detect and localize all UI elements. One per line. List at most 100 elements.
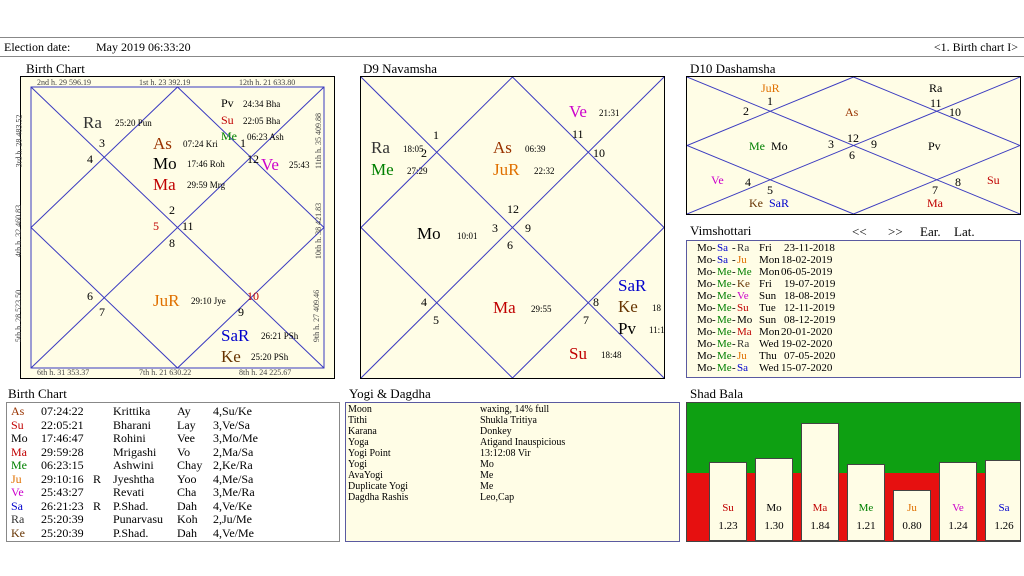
yogi-key: Yoga [348,437,369,448]
antara-lord: Ra [737,338,750,350]
bhukti-lord: Sa [717,254,728,266]
house-number: 4 [745,175,751,189]
yogi-key: Dagdha Rashis [348,492,409,503]
chart-nav-button[interactable]: <1. Birth chart I> [934,40,1018,55]
planet-su: Su [569,344,587,363]
planet-mo: Mo [771,139,788,153]
house-number: 6 [849,148,855,162]
house-number: 8 [593,295,599,309]
antara-lord: Me [737,266,752,278]
house-number: 6 [87,289,93,303]
earlier-button[interactable]: Ear. [920,224,941,240]
dasha-date: 19-02-2020 [781,338,833,350]
planet-ma: Ma [493,298,516,317]
dasha-sep: - [732,314,736,326]
dasha-row[interactable]: Mo - Sa - Ra Fri 23-11-2018 [697,242,1017,254]
dasha-row[interactable]: Mo - Sa - Ju Mon 18-02-2019 [697,254,1017,266]
shad-bala-bar: Mo 1.30 [755,458,793,541]
shad-bala-planet: Me [858,502,874,514]
dasha-row[interactable]: Mo - Me - Su Tue 12-11-2019 [697,302,1017,314]
house-number: 6 [507,238,513,252]
dasha-day: Mon [759,266,780,278]
dasha-sep: - [732,338,736,350]
yogi-key: Yogi Point [348,448,391,459]
dasha-row[interactable]: Mo - Me - Ke Fri 19-07-2019 [697,278,1017,290]
planet-su-degree: 18:48 [601,350,622,360]
d10-title: D10 Dashamsha [690,61,776,76]
bhukti-lord: Me [717,314,732,326]
later-button[interactable]: Lat. [954,224,975,240]
planet-row: Ke 25:20:39 P.Shad. Dah 4,Ve/Me [7,526,337,540]
dasha-date: 19-07-2019 [784,278,836,290]
antara-lord: Mo [737,314,753,326]
dasha-lord: Mo [697,314,713,326]
planet-ma-degree: 29:55 [531,304,552,314]
planet-me-degree: 06:23 Ash [247,132,284,142]
house-number: 9 [525,221,531,235]
planet-as: As [493,138,512,157]
planet-pv: Pv [221,96,234,110]
edge-left-3: 5th h. 28 523.50 [14,289,24,343]
yogi-key: AvaYogi [348,470,383,481]
planet-ju: JuR [493,160,520,179]
planet-ve: Ve [261,155,279,174]
prev-period-button[interactable]: << [852,224,867,240]
yogi-dagdha-table: Moon waxing, 14% full Tithi Shukla Tritiya K… [345,402,680,542]
house-number: 7 [99,305,105,319]
planet-ke: Ke [749,196,763,210]
planet-as: As [845,105,859,119]
house-number: 2 [743,104,749,118]
yogi-value: Leo,Cap [480,492,515,503]
yogi-key: Moon [348,404,372,415]
dasha-row[interactable]: Mo - Me - Ra Wed 19-02-2020 [697,338,1017,350]
d9-chart: 11 10 1 2 12 3 9 6 4 5 8 7 Ve 21:31 Ra 1… [360,76,665,379]
planet-me: Me [371,160,394,179]
dasha-date: 23-11-2018 [784,242,835,254]
dasha-row[interactable]: Mo - Me - Mo Sun 08-12-2019 [697,314,1017,326]
dasha-day: Tue [759,302,776,314]
dasha-row[interactable]: Mo - Me - Ju Thu 07-05-2020 [697,350,1017,362]
planet-su: Su [221,113,234,127]
shad-bala-bar: Su 1.23 [709,462,747,541]
planet-row: Ju 29:10:16 R Jyeshtha Yoo 4,Me/Sa [7,472,337,486]
house-number: 8 [169,236,175,250]
planet-row: Me 06:23:15 Ashwini Chay 2,Ke/Ra [7,458,337,472]
dasha-row[interactable]: Mo - Me - Sa Wed 15-07-2020 [697,362,1017,374]
planet-ra: Ra [83,113,102,132]
dasha-sep: - [732,350,736,362]
dasha-sep: - [712,326,716,338]
edge-top-2: 1st h. 23 392.19 [139,78,191,87]
house-number: 9 [871,137,877,151]
vimshottari-list[interactable]: Mo - Sa - Ra Fri 23-11-2018 Mo - Sa - Ju Mon 18-02-20… [686,240,1021,378]
dasha-row[interactable]: Mo - Me - Ma Mon 20-01-2020 [697,326,1017,338]
house-number: 10 [593,146,605,160]
edge-bot-2: 7th h. 21 630.22 [139,368,192,377]
edge-left-2: 4th h. 32 460.83 [14,204,24,258]
dasha-day: Sun [759,314,777,326]
shad-bala-value: 1.84 [810,520,830,532]
dasha-lord: Mo [697,302,713,314]
planet-ve: Ve [711,173,724,187]
dasha-day: Fri [759,242,772,254]
edge-bot-3: 8th h. 24 225.67 [239,368,292,377]
dasha-day: Sun [759,290,777,302]
planet-ke: Ke [221,347,241,366]
planet-mo: Mo [153,154,177,173]
edge-left-1: 3rd h. 28 483.52 [14,114,24,168]
next-period-button[interactable]: >> [888,224,903,240]
planet-me-degree: 27:29 [407,166,428,176]
election-date-label: Election date: [4,40,71,54]
house-number: 1 [433,128,439,142]
shad-bala-title: Shad Bala [690,386,744,401]
yogi-key: Karana [348,426,377,437]
planet-row: Su 22:05:21 Bharani Lay 3,Ve/Sa [7,418,337,432]
planet-row: Ma 29:59:28 Mrigashi Vo 2,Ma/Sa [7,445,337,459]
election-date-value: May 2019 06:33:20 [96,40,191,54]
dasha-row[interactable]: Mo - Me - Ve Sun 18-08-2019 [697,290,1017,302]
planet-ma: Ma [153,175,176,194]
dasha-sep: - [712,242,716,254]
d10-chart: 1 2 3 4 5 6 7 8 9 10 11 12 JuR Ra As Me … [686,76,1021,215]
yogi-value: 13:12:08 Vir [480,448,531,459]
dasha-row[interactable]: Mo - Me - Me Mon 06-05-2019 [697,266,1017,278]
planet-row: Mo 17:46:47 Rohini Vee 3,Mo/Me [7,431,337,445]
